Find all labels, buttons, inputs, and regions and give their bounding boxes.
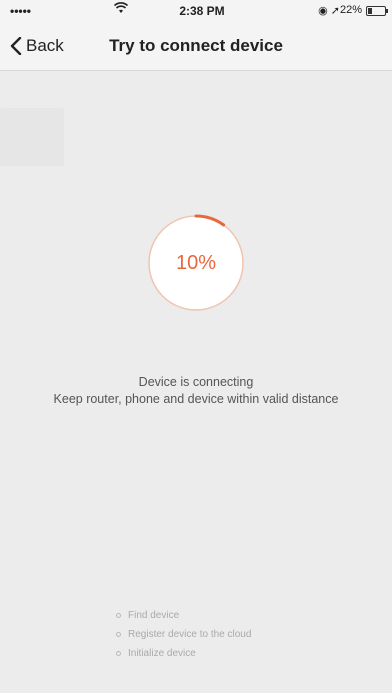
connection-progress-ring: 10% xyxy=(145,212,247,314)
instruction-message: Keep router, phone and device within val… xyxy=(53,392,339,406)
battery-percent: 22% xyxy=(339,4,362,16)
navigation-bar: Back Try to connect device xyxy=(0,22,392,71)
step-label: Initialize device xyxy=(128,648,196,659)
step-bullet-icon xyxy=(116,613,121,618)
status-bar: ••••• 2:38 PM ◉ ➚ 22% xyxy=(0,0,392,22)
step-bullet-icon xyxy=(116,632,121,637)
step-label: Register device to the cloud xyxy=(128,629,252,640)
signal-strength-icon: ••••• xyxy=(10,4,32,18)
step-label: Find device xyxy=(128,610,180,621)
connection-steps-list: Find device Register device to the cloud… xyxy=(116,606,251,663)
location-icon: ◉ ➚ xyxy=(318,5,340,17)
page-title: Try to connect device xyxy=(109,36,283,55)
step-item-initialize-device: Initialize device xyxy=(116,644,251,663)
step-item-register-cloud: Register device to the cloud xyxy=(116,625,251,644)
progress-percent-label: 10% xyxy=(175,252,217,274)
step-bullet-icon xyxy=(116,651,121,656)
wifi-icon xyxy=(113,2,129,17)
background-placeholder xyxy=(0,108,64,166)
status-message: Device is connecting xyxy=(138,375,254,389)
battery-icon xyxy=(366,6,388,16)
status-time: 2:38 PM xyxy=(179,4,225,18)
step-item-find-device: Find device xyxy=(116,606,251,625)
connection-message: Device is connecting Keep router, phone … xyxy=(40,374,352,408)
